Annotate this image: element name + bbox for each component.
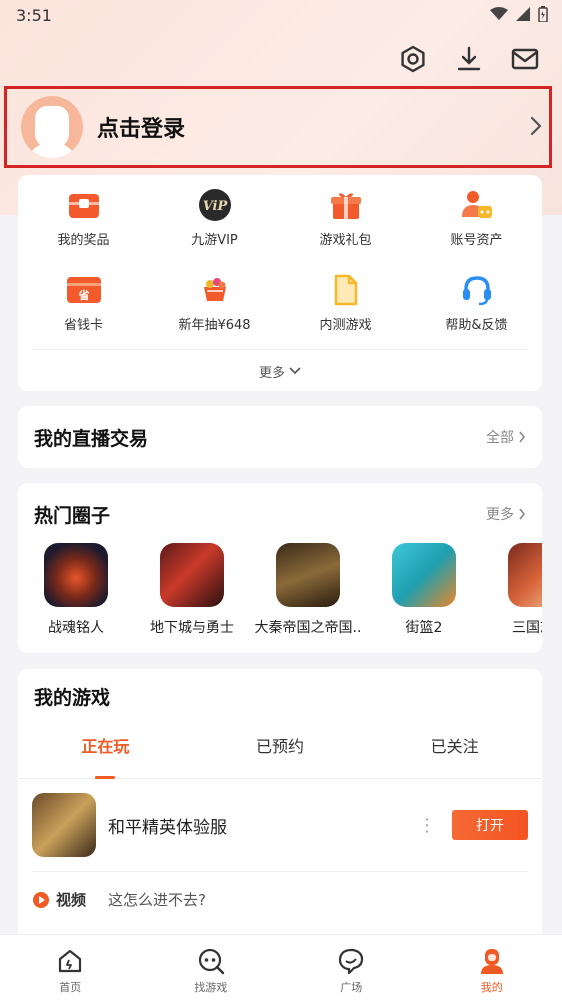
svg-text:ViP: ViP (202, 199, 228, 214)
download-icon[interactable] (452, 42, 486, 76)
battery-icon (538, 6, 548, 22)
find-game-icon (196, 946, 226, 976)
more-button[interactable]: 更多 (18, 350, 542, 392)
video-row[interactable]: 视频 这怎么进不去? (32, 871, 528, 927)
game-thumbnail (392, 543, 456, 607)
gift-icon (328, 187, 364, 223)
tab-reserved[interactable]: 已预约 (193, 723, 368, 779)
mail-icon[interactable] (508, 42, 542, 76)
vip-icon: ViP (197, 187, 233, 223)
game-name: 和平精英体验服 (108, 817, 227, 838)
chevron-right-icon (530, 116, 542, 136)
nav-square[interactable]: 广场 (281, 935, 422, 1005)
wifi-icon (490, 7, 508, 20)
circle-item[interactable]: 大秦帝国之帝国.. (250, 539, 366, 649)
live-trade-card[interactable]: 我的直播交易 全部 (18, 406, 542, 468)
my-games-card: 我的游戏 正在玩 已预约 已关注 和平精英体验服 ⋮ 打开 视频 这怎么进不去? (18, 669, 542, 939)
open-game-button[interactable]: 打开 (452, 810, 528, 840)
hot-circles-card: 热门圈子 更多 战魂铭人 地下城与勇士 大秦帝国之帝国.. 街篮2 三国志幻 (18, 483, 542, 653)
game-thumbnail (32, 793, 96, 857)
quick-menu-card: 我的奖品 ViP 九游VIP 游戏礼包 账号资产 省 省钱卡 新年抽¥648 内… (18, 175, 542, 391)
nav-home[interactable]: 首页 (0, 935, 141, 1005)
video-title: 这怎么进不去? (108, 891, 206, 909)
video-tag: 视频 (56, 891, 87, 909)
game-thumbnail (276, 543, 340, 607)
quick-item-gift[interactable]: 游戏礼包 (280, 175, 411, 260)
login-row[interactable]: 点击登录 (4, 86, 552, 168)
hot-circles-more-link[interactable]: 更多 (486, 504, 526, 524)
beta-test-icon (328, 272, 364, 308)
chevron-right-icon (519, 431, 526, 443)
bottom-nav: 首页 找游戏 广场 我的 (0, 934, 562, 1005)
profile-icon (477, 946, 507, 976)
avatar (21, 96, 83, 158)
my-games-tabs: 正在玩 已预约 已关注 (18, 723, 542, 779)
status-time: 3:51 (16, 6, 52, 25)
chevron-right-icon (519, 508, 526, 520)
help-headset-icon (459, 272, 495, 308)
square-icon (336, 946, 366, 976)
svg-text:省: 省 (77, 288, 89, 302)
circle-item[interactable]: 街篮2 (366, 539, 482, 649)
quick-item-beta-test[interactable]: 内测游戏 (280, 260, 411, 345)
circle-item[interactable]: 战魂铭人 (18, 539, 134, 649)
status-bar: 3:51 (0, 0, 562, 32)
nav-profile[interactable]: 我的 (422, 935, 562, 1005)
quick-item-vip[interactable]: ViP 九游VIP (149, 175, 280, 260)
signal-icon (516, 7, 530, 21)
my-games-title: 我的游戏 (34, 686, 111, 709)
lottery-icon (197, 272, 233, 308)
tab-playing[interactable]: 正在玩 (18, 723, 193, 779)
game-thumbnail (160, 543, 224, 607)
play-icon (33, 891, 49, 908)
settings-icon[interactable] (396, 42, 430, 76)
quick-item-save-card[interactable]: 省 省钱卡 (18, 260, 149, 345)
quick-item-prizes[interactable]: 我的奖品 (18, 175, 149, 260)
more-options-icon[interactable]: ⋮ (418, 815, 436, 836)
hot-circles-title: 热门圈子 (34, 504, 111, 527)
game-thumbnail (508, 543, 542, 607)
game-thumbnail (44, 543, 108, 607)
circle-item[interactable]: 地下城与勇士 (134, 539, 250, 649)
account-assets-icon (459, 187, 495, 223)
live-trade-title: 我的直播交易 (34, 427, 149, 450)
login-label: 点击登录 (97, 117, 186, 142)
chevron-down-icon (289, 367, 301, 375)
nav-find-game[interactable]: 找游戏 (141, 935, 282, 1005)
circle-item[interactable]: 三国志幻 (482, 539, 542, 649)
tab-followed[interactable]: 已关注 (367, 723, 542, 779)
game-row[interactable]: 和平精英体验服 ⋮ 打开 (18, 779, 542, 871)
quick-item-help[interactable]: 帮助&反馈 (411, 260, 542, 345)
quick-item-account-assets[interactable]: 账号资产 (411, 175, 542, 260)
prize-icon (66, 187, 102, 223)
home-icon (55, 946, 85, 976)
quick-item-lottery[interactable]: 新年抽¥648 (149, 260, 280, 345)
save-card-icon: 省 (66, 272, 102, 308)
live-trade-all-link[interactable]: 全部 (486, 427, 526, 447)
